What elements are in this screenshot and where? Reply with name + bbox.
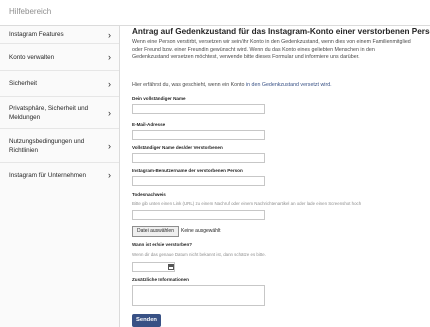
info-text-prefix: Hier erfährst du, was geschieht, wenn ei… <box>132 82 246 88</box>
page-title: Antrag auf Gedenkzustand für das Instagr… <box>132 27 430 36</box>
sidebar-item-label: Sicherheit <box>9 80 38 87</box>
sidebar-item-sicherheit[interactable]: Sicherheit › <box>0 71 119 97</box>
death-proof-url-input[interactable] <box>132 210 265 220</box>
sidebar-item-unternehmen[interactable]: Instagram für Unternehmen › <box>0 163 119 187</box>
email-label: E-Mail-Adresse <box>132 122 166 127</box>
choose-file-button[interactable]: Datei auswählen <box>132 226 179 237</box>
calendar-icon[interactable] <box>168 264 174 270</box>
submit-button[interactable]: Senden <box>132 314 161 327</box>
chevron-right-icon: › <box>108 107 111 118</box>
sidebar: Instagram Features › Konto verwalten › S… <box>0 26 120 327</box>
deceased-name-label: Vollständiger Name des/der Verstorbenen <box>132 145 223 150</box>
header-bar: Hilfebereich <box>0 0 430 26</box>
sidebar-item-konto-verwalten[interactable]: Konto verwalten › <box>0 44 119 71</box>
intro-text: Wenn eine Person verstirbt, versetzen wi… <box>132 39 411 60</box>
sidebar-item-label: Instagram für Unternehmen <box>9 171 86 179</box>
sidebar-item-privatsphaere[interactable]: Privatsphäre, Sicherheit und Meldungen › <box>0 97 119 129</box>
chevron-right-icon: › <box>108 52 111 62</box>
sidebar-item-label: Privatsphäre, Sicherheit und Meldungen <box>9 104 89 121</box>
additional-info-textarea[interactable] <box>132 285 265 306</box>
full-name-label: Dein vollständiger Name <box>132 96 186 101</box>
death-proof-hint: Bitte gib unten einen Link (URL) zu eine… <box>132 201 362 206</box>
username-label: Instagram-Benutzername der verstorbenen … <box>132 168 243 173</box>
sidebar-item-label: Instagram Features <box>9 31 64 38</box>
death-proof-label: Todesnachweis <box>132 192 166 197</box>
additional-info-label: Zusätzliche Informationen <box>132 277 189 282</box>
full-name-input[interactable] <box>132 104 265 114</box>
help-center-title[interactable]: Hilfebereich <box>9 7 51 16</box>
death-date-hint: Wenn dir das genaue Datum nicht bekannt … <box>132 252 266 257</box>
email-input[interactable] <box>132 130 265 140</box>
file-status: Keine ausgewählt <box>181 228 221 234</box>
chevron-right-icon: › <box>108 140 111 151</box>
memorialization-info-link[interactable]: in den Gedenkzustand versetzt wird. <box>246 82 332 88</box>
info-text: Hier erfährst du, was geschieht, wenn ei… <box>132 82 332 88</box>
deceased-name-input[interactable] <box>132 153 265 163</box>
sidebar-item-label: Nutzungsbedingungen und Richtlinien <box>9 137 85 154</box>
chevron-right-icon: › <box>108 170 111 180</box>
chevron-right-icon: › <box>108 78 111 89</box>
username-input[interactable] <box>132 176 265 186</box>
sidebar-item-nutzungsbedingungen[interactable]: Nutzungsbedingungen und Richtlinien › <box>0 129 119 163</box>
death-date-label: Wann ist er/sie verstorben? <box>132 242 193 247</box>
sidebar-item-instagram-features[interactable]: Instagram Features › <box>0 26 119 44</box>
chevron-right-icon: › <box>108 29 111 40</box>
sidebar-item-label: Konto verwalten <box>9 53 55 61</box>
